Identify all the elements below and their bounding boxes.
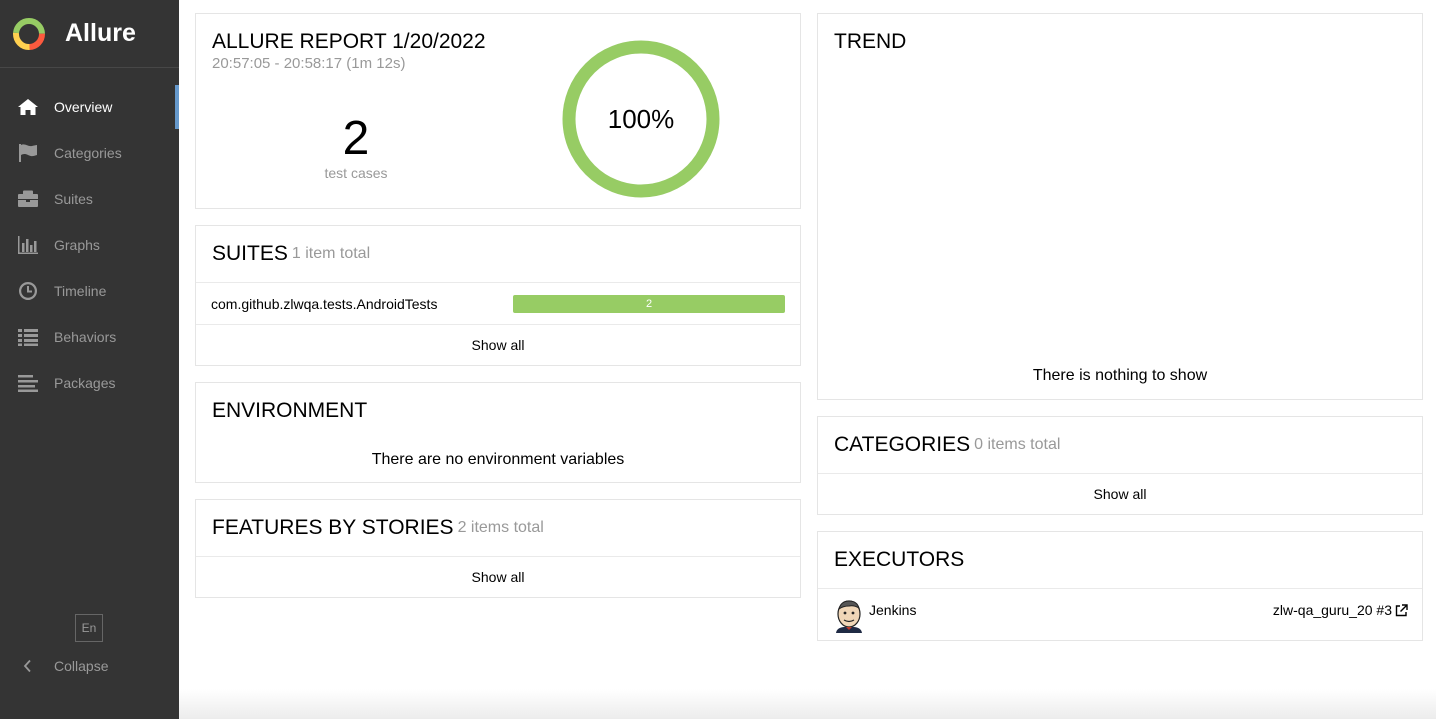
executor-row: Jenkins zlw-qa_guru_20 #3	[818, 588, 1422, 640]
language-switch[interactable]: En	[75, 614, 103, 642]
executor-name: Jenkins	[869, 602, 917, 618]
sidebar-item-timeline[interactable]: Timeline	[0, 268, 179, 314]
external-link-icon	[1395, 603, 1408, 616]
test-case-count: 2	[342, 112, 370, 165]
sidebar: Allure Overview Categories Suites Graphs	[0, 0, 179, 719]
environment-empty-text: There are no environment variables	[371, 451, 625, 468]
show-all-label: Show all	[471, 337, 525, 353]
features-show-all-button[interactable]: Show all	[196, 556, 800, 598]
trend-widget: TREND There is nothing to show	[817, 13, 1423, 400]
sidebar-item-label: Graphs	[54, 237, 100, 253]
sidebar-item-label: Suites	[54, 191, 93, 207]
sidebar-item-label: Behaviors	[54, 329, 117, 345]
list-icon	[17, 327, 39, 347]
home-icon	[17, 97, 39, 117]
sidebar-item-behaviors[interactable]: Behaviors	[0, 314, 179, 360]
categories-total: 0 items total	[974, 436, 1061, 453]
features-title: FEATURES BY STORIES	[212, 516, 454, 539]
executors-widget: EXECUTORS Jenkins zlw-qa_guru_20 #3	[817, 531, 1423, 641]
environment-title: ENVIRONMENT	[212, 399, 368, 422]
bar-chart-icon	[17, 235, 39, 255]
suites-total: 1 item total	[291, 245, 371, 262]
sidebar-item-packages[interactable]: Packages	[0, 360, 179, 406]
flag-icon	[17, 143, 39, 163]
sidebar-item-overview[interactable]: Overview	[0, 84, 179, 130]
suites-title: SUITES	[212, 242, 288, 265]
jenkins-avatar-icon	[836, 600, 862, 633]
align-left-icon	[17, 373, 39, 393]
pass-rate-donut[interactable]: 100%	[562, 40, 720, 198]
suite-status-bar: 2	[513, 295, 785, 313]
brand[interactable]: Allure	[0, 0, 179, 68]
executor-build-link[interactable]: zlw-qa_guru_20 #3	[1273, 602, 1408, 618]
features-widget: FEATURES BY STORIES 2 items total Show a…	[195, 499, 801, 598]
categories-show-all-button[interactable]: Show all	[818, 473, 1422, 515]
collapse-label: Collapse	[54, 658, 109, 674]
sidebar-item-graphs[interactable]: Graphs	[0, 222, 179, 268]
show-all-label: Show all	[471, 569, 525, 585]
environment-widget: ENVIRONMENT There are no environment var…	[195, 382, 801, 483]
categories-widget: CATEGORIES 0 items total Show all	[817, 416, 1423, 515]
suites-show-all-button[interactable]: Show all	[196, 324, 800, 366]
test-case-count-label: test cases	[324, 165, 388, 181]
show-all-label: Show all	[1093, 486, 1147, 502]
sidebar-item-suites[interactable]: Suites	[0, 176, 179, 222]
report-time-range: 20:57:05 - 20:58:17 (1m 12s)	[212, 55, 406, 72]
allure-logo	[13, 17, 45, 50]
trend-empty-text: There is nothing to show	[1032, 367, 1208, 384]
features-total: 2 items total	[457, 519, 544, 536]
app-name: Allure	[65, 19, 136, 47]
summary-widget: ALLURE REPORT 1/20/2022 20:57:05 - 20:58…	[195, 13, 801, 209]
chevron-left-icon	[23, 659, 31, 673]
report-title: ALLURE REPORT 1/20/2022	[212, 30, 486, 53]
categories-title: CATEGORIES	[834, 433, 971, 456]
sidebar-item-categories[interactable]: Categories	[0, 130, 179, 176]
sidebar-item-label: Overview	[54, 99, 113, 115]
suite-name: com.github.zlwqa.tests.AndroidTests	[211, 295, 438, 312]
briefcase-icon	[17, 189, 39, 209]
suite-row[interactable]: com.github.zlwqa.tests.AndroidTests 2	[196, 282, 800, 324]
sidebar-item-label: Packages	[54, 375, 116, 391]
suites-widget: SUITES 1 item total com.github.zlwqa.tes…	[195, 225, 801, 366]
sidebar-item-label: Categories	[54, 145, 122, 161]
clock-icon	[17, 281, 39, 301]
sidebar-nav: Overview Categories Suites Graphs Timeli…	[0, 84, 179, 406]
sidebar-item-label: Timeline	[54, 283, 107, 299]
bottom-shade	[179, 689, 1436, 719]
collapse-button[interactable]: Collapse	[22, 654, 108, 678]
executors-title: EXECUTORS	[834, 548, 965, 571]
trend-title: TREND	[834, 30, 907, 53]
pass-percent-label: 100%	[608, 104, 675, 134]
executor-build-label: zlw-qa_guru_20 #3	[1272, 602, 1392, 618]
